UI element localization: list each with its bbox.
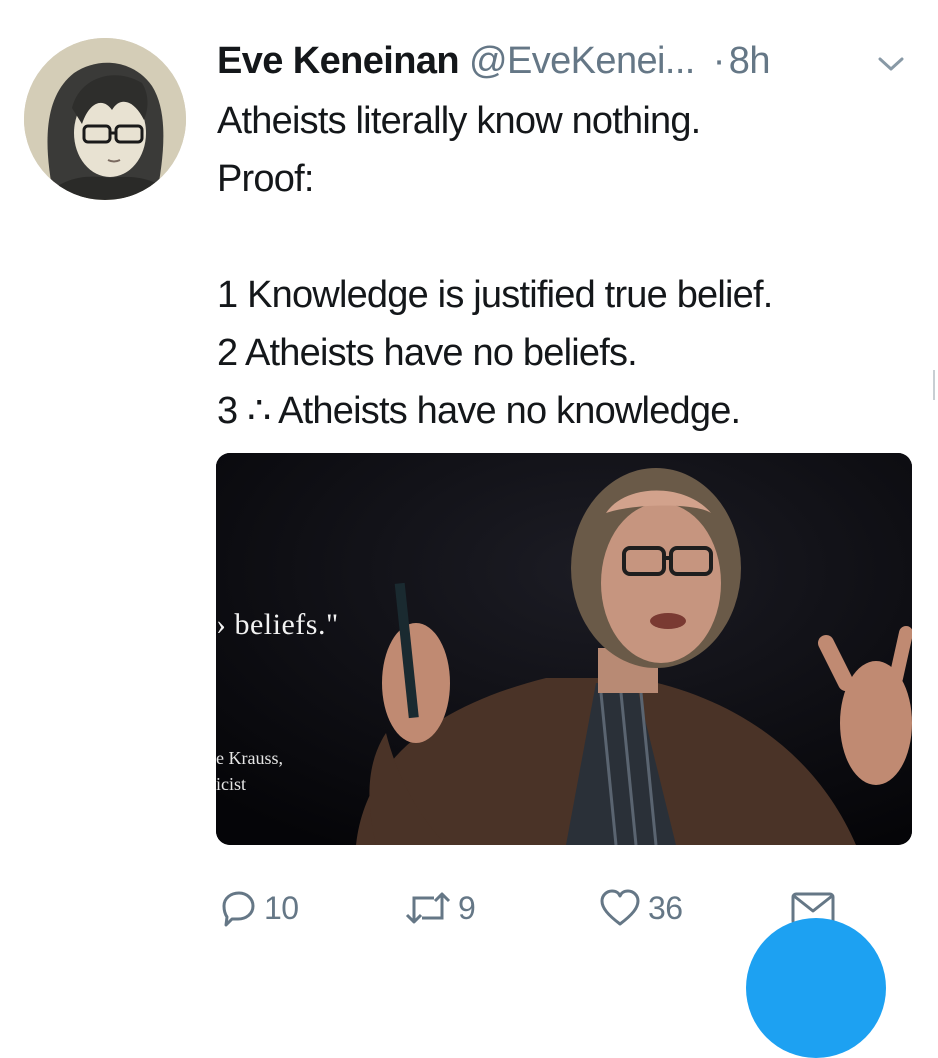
media-photo (216, 453, 912, 845)
retweet-icon (405, 892, 451, 924)
scroll-indicator (933, 370, 935, 400)
author-name[interactable]: Eve Keneinan (217, 40, 460, 83)
tweet-media[interactable]: › beliefs." e Krauss, icist (216, 453, 912, 845)
author-handle[interactable]: @EveKenei... (469, 40, 695, 83)
retweet-button[interactable]: 9 (404, 880, 476, 936)
tweet-menu-button[interactable] (873, 46, 909, 82)
avatar[interactable] (24, 38, 186, 200)
timestamp[interactable]: 8h (729, 40, 771, 83)
tweet-text: Atheists literally know nothing. Proof: … (217, 100, 773, 432)
tweet-header: Eve Keneinan @EveKenei... · 8h (217, 36, 770, 86)
media-caption-line1: e Krauss, (216, 748, 283, 768)
separator-dot: · (712, 39, 726, 82)
reply-count: 10 (264, 889, 299, 926)
like-button[interactable]: 36 (598, 880, 683, 936)
avatar-image (24, 38, 186, 200)
reply-icon (222, 891, 255, 927)
media-quote-text: › beliefs." (216, 608, 339, 641)
chevron-down-icon (878, 57, 904, 71)
heart-icon (600, 889, 640, 926)
reply-button[interactable]: 10 (218, 880, 299, 936)
media-caption-line2: icist (216, 774, 246, 794)
retweet-count: 9 (458, 889, 476, 926)
like-count: 36 (648, 889, 683, 926)
compose-tweet-button[interactable] (746, 918, 886, 1058)
